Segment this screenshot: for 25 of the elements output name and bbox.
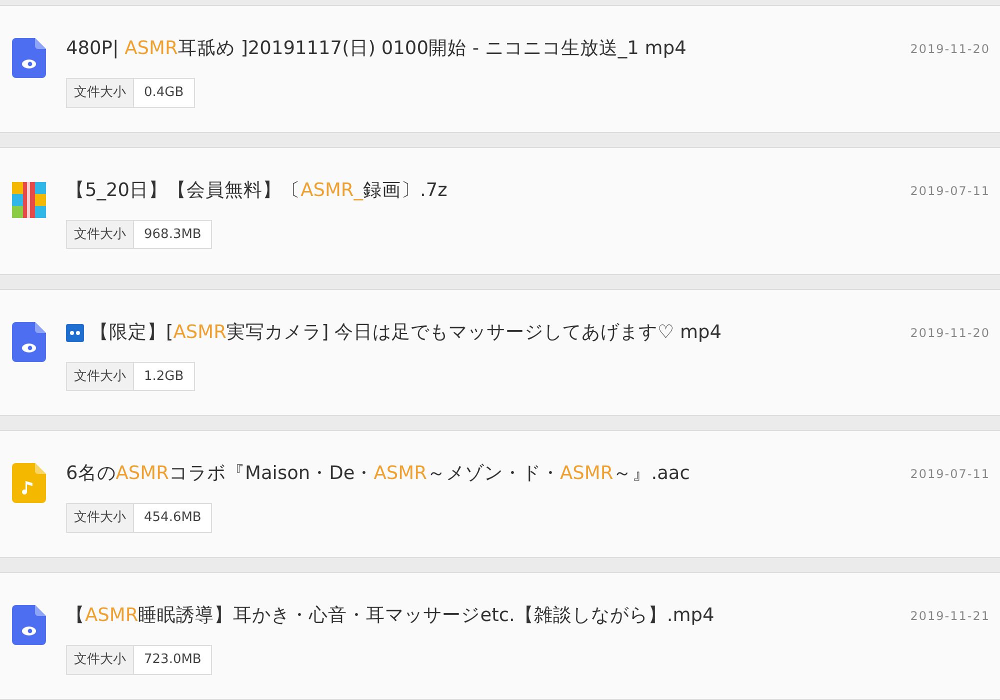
audio-file-icon bbox=[12, 463, 46, 504]
file-date: 2019-11-20 bbox=[910, 41, 990, 58]
file-size-tag: 文件大小 723.0MB bbox=[66, 645, 212, 675]
file-size-tag: 文件大小 0.4GB bbox=[66, 78, 195, 108]
video-file-icon bbox=[12, 38, 46, 78]
file-name[interactable]: 【限定】[ASMR実写カメラ] 今日は足でもマッサージしてあげます♡ mp4 bbox=[90, 318, 722, 348]
file-size-tag: 文件大小 1.2GB bbox=[66, 362, 195, 392]
file-name[interactable]: 6名のASMRコラボ『Maison・De・ASMR～メゾン・ド・ASMR～』.aac bbox=[66, 459, 690, 490]
video-file-icon bbox=[12, 605, 46, 646]
file-card[interactable]: 6名のASMRコラボ『Maison・De・ASMR～メゾン・ド・ASMR～』.aac 文件大小 454.6MB 2019-07-11 bbox=[0, 430, 1000, 558]
file-size-tag: 文件大小 968.3MB bbox=[66, 220, 212, 250]
file-card[interactable]: 【5_20日】【会員無料】〔ASMR_録画〕.7z 文件大小 968.3MB 2019-07-11 bbox=[0, 146, 1000, 275]
file-date: 2019-07-11 bbox=[910, 182, 990, 200]
file-card[interactable]: 480P| ASMR耳舐め ]20191117(日) 0100開始 - ニコニコ生放送_1 mp4 文件大小 0.4GB 2019-11-20 bbox=[0, 5, 1000, 133]
file-name[interactable]: 【ASMR睡眠誘導】耳かき・心音・耳マッサージetc.【雑談しながら】.mp4 bbox=[66, 601, 714, 632]
file-size-tag: 文件大小 454.6MB bbox=[66, 503, 212, 533]
video-file-icon bbox=[12, 322, 46, 362]
file-card[interactable]: 【ASMR睡眠誘導】耳かき・心音・耳マッサージetc.【雑談しながら】.mp4 文件大小 723.0MB 2019-11-21 bbox=[0, 572, 1000, 700]
file-date: 2019-07-11 bbox=[910, 466, 990, 484]
file-date: 2019-11-20 bbox=[910, 324, 990, 342]
file-name[interactable]: 【5_20日】【会員無料】〔ASMR_録画〕.7z bbox=[66, 176, 448, 206]
file-card[interactable]: 【限定】[ASMR実写カメラ] 今日は足でもマッサージしてあげます♡ mp4 文件大小 1.2GB 2019-11-20 bbox=[0, 288, 1000, 416]
file-date: 2019-11-21 bbox=[910, 608, 990, 626]
archive-file-icon bbox=[12, 180, 46, 220]
file-name[interactable]: 480P| ASMR耳舐め ]20191117(日) 0100開始 - ニコニコ生放送_1 mp4 bbox=[66, 34, 686, 64]
